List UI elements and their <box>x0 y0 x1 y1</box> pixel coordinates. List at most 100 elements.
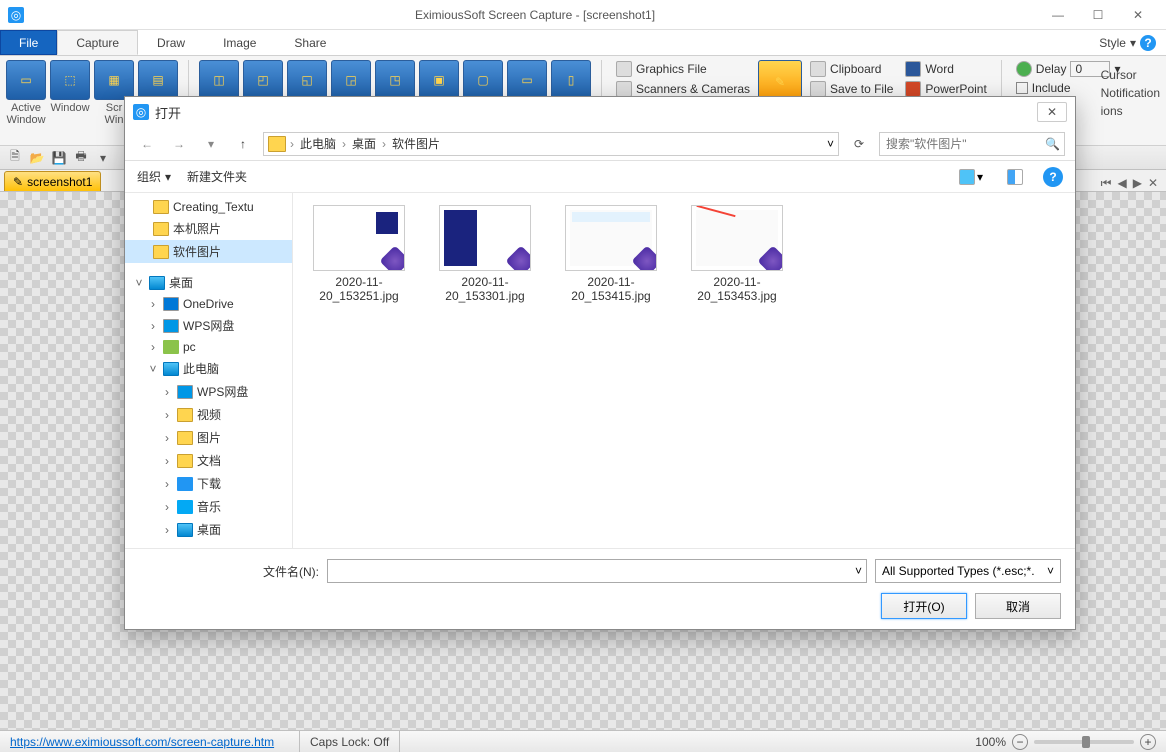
expand-icon[interactable]: ˅ <box>147 362 159 376</box>
link-clipboard[interactable]: Clipboard <box>806 60 897 78</box>
open-dialog: ◎ 打开 ✕ ← → ▾ ↑ › 此电脑 › 桌面 › 软件图片 ˅ ⟳ 🔍 组… <box>124 96 1076 630</box>
minimize-button[interactable]: — <box>1038 0 1078 30</box>
close-button[interactable]: ✕ <box>1118 0 1158 30</box>
breadcrumb-desktop[interactable]: 桌面 <box>350 135 378 152</box>
organize-button[interactable]: 组织 ▾ <box>137 168 171 185</box>
file-name: 2020-11-20_153415.jpg <box>557 275 665 303</box>
nav-back-button[interactable]: ← <box>135 132 159 156</box>
breadcrumb-current[interactable]: 软件图片 <box>390 135 442 152</box>
cancel-button[interactable]: 取消 <box>975 593 1061 619</box>
capture-windo-button[interactable]: ▤ <box>138 60 178 100</box>
qbtn-dropdown[interactable]: ▾ <box>94 149 112 167</box>
open-button[interactable]: 打开(O) <box>881 593 967 619</box>
new-folder-button[interactable]: 新建文件夹 <box>187 168 247 185</box>
tab-image[interactable]: Image <box>204 30 275 55</box>
capture-region-3-button[interactable]: ◱ <box>287 60 327 100</box>
new-doc-button[interactable]: 🗎 <box>6 149 24 167</box>
expand-icon[interactable]: › <box>147 297 159 311</box>
refresh-button[interactable]: ⟳ <box>847 132 871 156</box>
zoom-slider[interactable] <box>1034 740 1134 744</box>
capture-region-7-button[interactable]: ▢ <box>463 60 503 100</box>
search-input[interactable] <box>886 137 1041 151</box>
view-thumbnails-button[interactable]: ▾ <box>955 167 987 187</box>
expand-icon[interactable]: › <box>147 340 159 354</box>
expand-icon[interactable]: ˅ <box>133 276 145 290</box>
file-types-select[interactable]: All Supported Types (*.esc;*.˅ <box>875 559 1061 583</box>
zoom-slider-thumb[interactable] <box>1082 736 1090 748</box>
breadcrumb-thispc[interactable]: 此电脑 <box>298 135 338 152</box>
expand-icon[interactable]: › <box>161 408 173 422</box>
tree-node-video[interactable]: ›视频 <box>125 403 292 426</box>
open-doc-button[interactable]: 📂 <box>28 149 46 167</box>
tab-share[interactable]: Share <box>275 30 345 55</box>
expand-icon[interactable]: › <box>161 454 173 468</box>
tab-nav-prev[interactable]: ◀ <box>1115 176 1128 191</box>
expand-icon[interactable]: › <box>161 523 173 537</box>
dialog-close-button[interactable]: ✕ <box>1037 102 1067 122</box>
tab-draw[interactable]: Draw <box>138 30 204 55</box>
tree-node-localphoto[interactable]: 本机照片 <box>125 217 292 240</box>
tree-node-wps[interactable]: ›WPS网盘 <box>125 314 292 337</box>
zoom-out-button[interactable]: − <box>1012 734 1028 750</box>
tab-style[interactable]: Style ▾ ? <box>1089 30 1166 55</box>
link-graphics-file[interactable]: Graphics File <box>612 60 754 78</box>
tree-node-onedrive[interactable]: ›OneDrive <box>125 294 292 314</box>
tree-node-downloads[interactable]: ›下载 <box>125 472 292 495</box>
dialog-tree[interactable]: Creating_Textu 本机照片 软件图片 ˅桌面 ›OneDrive ›… <box>125 193 293 548</box>
dialog-files-panel[interactable]: 2020-11-20_153251.jpg 2020-11-20_153301.… <box>293 193 1075 548</box>
tab-capture[interactable]: Capture <box>57 30 138 55</box>
link-word[interactable]: Word <box>901 60 990 78</box>
nav-forward-button[interactable]: → <box>167 132 191 156</box>
filename-input[interactable]: ˅ <box>327 559 867 583</box>
expand-icon[interactable]: › <box>147 319 159 333</box>
capture-region-2-button[interactable]: ◰ <box>243 60 283 100</box>
status-link[interactable]: https://www.eximioussoft.com/screen-capt… <box>0 731 300 752</box>
dialog-help-button[interactable]: ? <box>1043 167 1063 187</box>
tree-node-wps2[interactable]: ›WPS网盘 <box>125 380 292 403</box>
capture-region-4-button[interactable]: ◲ <box>331 60 371 100</box>
save-doc-button[interactable]: 💾 <box>50 149 68 167</box>
file-item[interactable]: 2020-11-20_153301.jpg <box>431 205 539 303</box>
file-item[interactable]: 2020-11-20_153251.jpg <box>305 205 413 303</box>
expand-icon[interactable]: › <box>161 500 173 514</box>
tree-node-thispc[interactable]: ˅此电脑 <box>125 357 292 380</box>
tree-node-softimg[interactable]: 软件图片 <box>125 240 292 263</box>
tree-node-pc[interactable]: ›pc <box>125 337 292 357</box>
clipboard-icon <box>810 61 826 77</box>
tree-node-desktop2[interactable]: ›桌面 <box>125 518 292 541</box>
tab-nav-first[interactable]: ⏮ <box>1099 176 1114 191</box>
tree-node-docs[interactable]: ›文档 <box>125 449 292 472</box>
file-item[interactable]: 2020-11-20_153415.jpg <box>557 205 665 303</box>
capture-region-9-button[interactable]: ▯ <box>551 60 591 100</box>
expand-icon[interactable]: › <box>161 385 173 399</box>
zoom-in-button[interactable]: + <box>1140 734 1156 750</box>
capture-scrwin-button[interactable]: ▦ <box>94 60 134 100</box>
tab-file[interactable]: File <box>0 30 57 55</box>
chevron-down-icon[interactable]: ˅ <box>855 564 862 578</box>
tree-node-desktop[interactable]: ˅桌面 <box>125 271 292 294</box>
breadcrumb[interactable]: › 此电脑 › 桌面 › 软件图片 ˅ <box>263 132 839 156</box>
expand-icon[interactable]: › <box>161 477 173 491</box>
maximize-button[interactable]: ☐ <box>1078 0 1118 30</box>
capture-active-window-button[interactable]: ▭ <box>6 60 46 100</box>
capture-window-button[interactable]: ⬚ <box>50 60 90 100</box>
tree-node-music[interactable]: ›音乐 <box>125 495 292 518</box>
chevron-down-icon[interactable]: ˅ <box>827 137 834 151</box>
tree-node-pictures[interactable]: ›图片 <box>125 426 292 449</box>
capture-region-6-button[interactable]: ▣ <box>419 60 459 100</box>
help-icon[interactable]: ? <box>1140 35 1156 51</box>
expand-icon[interactable]: › <box>161 431 173 445</box>
nav-up-button[interactable]: ↑ <box>231 132 255 156</box>
document-tab[interactable]: ✎ screenshot1 <box>4 171 101 191</box>
search-box[interactable]: 🔍 <box>879 132 1065 156</box>
file-item[interactable]: 2020-11-20_153453.jpg <box>683 205 791 303</box>
capture-region-5-button[interactable]: ◳ <box>375 60 415 100</box>
tree-node-creating[interactable]: Creating_Textu <box>125 197 292 217</box>
view-details-button[interactable] <box>1003 167 1027 187</box>
tab-close[interactable]: ✕ <box>1146 176 1160 191</box>
capture-region-8-button[interactable]: ▭ <box>507 60 547 100</box>
print-button[interactable]: 🖶 <box>72 149 90 167</box>
nav-recent-dropdown[interactable]: ▾ <box>199 132 223 156</box>
capture-region-1-button[interactable]: ◫ <box>199 60 239 100</box>
tab-nav-next[interactable]: ▶ <box>1131 176 1144 191</box>
